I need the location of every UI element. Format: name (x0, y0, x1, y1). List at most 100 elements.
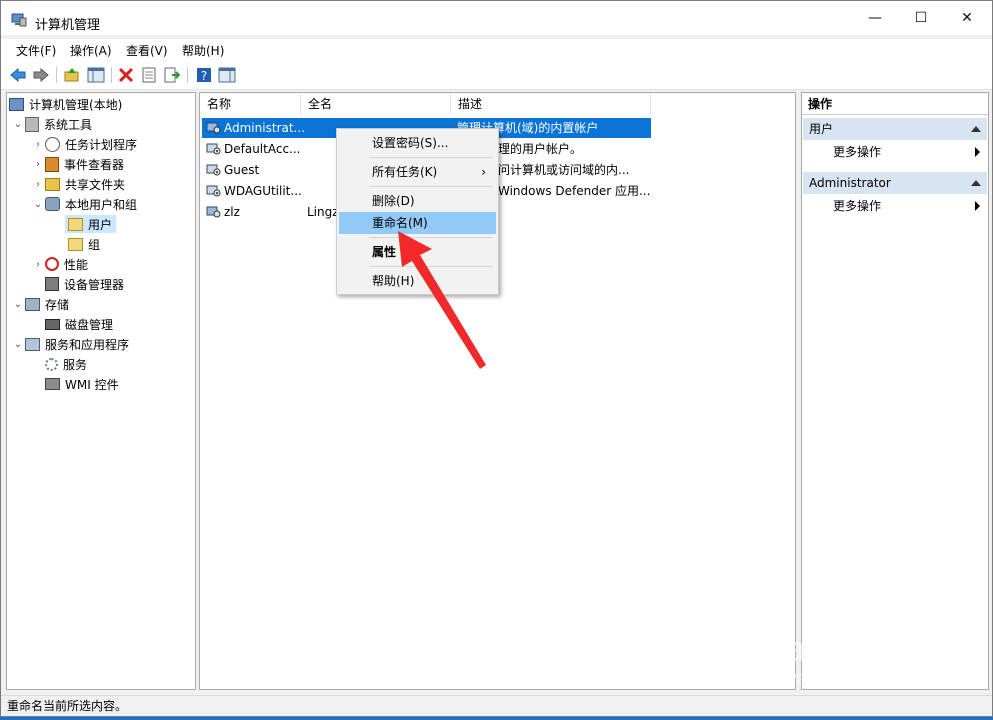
actions-header: 操作 (802, 93, 988, 115)
tree-item-services-apps[interactable]: ⌄ 服务和应用程序 (11, 335, 129, 353)
disk-icon (45, 318, 60, 330)
user-disabled-icon (206, 143, 221, 155)
help-icon: ? (197, 68, 211, 83)
computer-management-window: 计算机管理 — ☐ ✕ 文件(F) 操作(A) 查看(V) 帮助(H) ? 计算… (0, 0, 993, 717)
help-button[interactable]: ? (195, 66, 213, 84)
column-header-name[interactable]: 名称 (200, 93, 301, 115)
menu-item-set-password[interactable]: 设置密码(S)... (339, 132, 496, 154)
watermark-logo: Bai du 经验 (760, 628, 953, 669)
export-icon (164, 67, 180, 83)
show-hide-tree-button[interactable] (87, 66, 105, 84)
red-annotation-arrow-icon (398, 231, 486, 369)
toolbar: ? (1, 61, 992, 90)
storage-icon (25, 297, 40, 311)
tree-item-disk-management[interactable]: 磁盘管理 (45, 315, 113, 333)
tree-item-computer-management[interactable]: 计算机管理(本地) (9, 95, 122, 113)
tree-item-users[interactable]: 用户 (65, 215, 117, 233)
menu-file[interactable]: 文件(F) (16, 42, 56, 59)
submenu-arrow-icon (975, 147, 980, 157)
back-arrow-icon (10, 68, 26, 82)
close-button[interactable]: ✕ (944, 1, 990, 35)
minimize-icon: — (868, 10, 882, 26)
computer-management-icon (11, 13, 27, 27)
forward-arrow-icon (33, 68, 49, 82)
export-list-button[interactable] (163, 66, 181, 84)
folder-up-icon (64, 68, 79, 82)
actions-section-administrator[interactable]: Administrator (803, 172, 987, 194)
console-tree-icon (87, 67, 105, 83)
tree-item-groups[interactable]: 组 (65, 235, 100, 253)
actions-section-users[interactable]: 用户 (803, 118, 987, 140)
menu-view[interactable]: 查看(V) (126, 42, 168, 59)
user-icon (206, 122, 221, 134)
up-one-level-button[interactable] (63, 66, 81, 84)
users-group-icon (45, 197, 60, 211)
shared-folder-icon (45, 177, 60, 191)
tree-item-task-scheduler[interactable]: › 任务计划程序 (31, 135, 137, 153)
user-icon (206, 206, 221, 218)
expand-open-icon[interactable]: ⌄ (31, 199, 45, 210)
expand-open-icon[interactable]: ⌄ (11, 299, 25, 310)
tree-item-device-manager[interactable]: 设备管理器 (45, 275, 124, 293)
menu-action[interactable]: 操作(A) (70, 42, 112, 59)
performance-icon (45, 257, 59, 271)
administrator-more-actions[interactable]: 更多操作 (802, 195, 988, 217)
action-pane-icon (218, 67, 236, 83)
expand-closed-icon[interactable]: › (31, 159, 45, 170)
tree-item-services[interactable]: 服务 (45, 355, 87, 373)
tree-item-system-tools[interactable]: ⌄ 系统工具 (11, 115, 92, 133)
svg-text:?: ? (201, 69, 207, 83)
properties-button[interactable] (140, 66, 158, 84)
close-icon: ✕ (961, 10, 973, 26)
watermark-url: jingyan.baidu.com (760, 668, 906, 688)
event-viewer-icon (45, 156, 59, 172)
folder-icon (68, 217, 83, 231)
maximize-icon: ☐ (914, 10, 928, 26)
tree-item-event-viewer[interactable]: › 事件查看器 (31, 155, 124, 173)
collapse-icon[interactable] (971, 126, 981, 132)
menu-item-all-tasks[interactable]: 所有任务(K) › (339, 161, 496, 183)
console-tree: 计算机管理(本地) ⌄ 系统工具 › 任务计划程序 › 事件查看器 › 共享文件… (6, 92, 196, 690)
tree-item-performance[interactable]: › 性能 (31, 255, 88, 273)
tree-item-shared-folders[interactable]: › 共享文件夹 (31, 175, 125, 193)
clock-icon (45, 136, 60, 152)
expand-open-icon[interactable]: ⌄ (11, 119, 25, 130)
forward-button[interactable] (32, 66, 50, 84)
submenu-arrow-icon (975, 201, 980, 211)
wmi-icon (45, 378, 60, 390)
window-title: 计算机管理 (35, 18, 101, 33)
column-header-description[interactable]: 描述 (451, 93, 651, 115)
tree-item-local-users-groups[interactable]: ⌄ 本地用户和组 (31, 195, 137, 213)
user-disabled-icon (206, 185, 221, 197)
tree-item-wmi-control[interactable]: WMI 控件 (45, 375, 119, 393)
title-bar: 计算机管理 — ☐ ✕ (1, 1, 992, 35)
expand-closed-icon[interactable]: › (31, 259, 45, 270)
expand-open-icon[interactable]: ⌄ (11, 339, 25, 350)
gear-icon (45, 357, 58, 371)
properties-icon (142, 67, 156, 83)
menu-item-delete[interactable]: 删除(D) (339, 190, 496, 212)
menu-bar: 文件(F) 操作(A) 查看(V) 帮助(H) (1, 39, 992, 61)
folder-icon (68, 237, 83, 251)
computer-management-icon (9, 97, 24, 111)
minimize-button[interactable]: — (852, 1, 898, 35)
action-pane: 操作 用户 更多操作 Administrator 更多操作 (801, 92, 989, 690)
back-button[interactable] (9, 66, 27, 84)
expand-closed-icon[interactable]: › (31, 139, 45, 150)
services-apps-icon (25, 337, 40, 351)
expand-closed-icon[interactable]: › (31, 179, 45, 190)
tree-item-storage[interactable]: ⌄ 存储 (11, 295, 69, 313)
show-action-pane-button[interactable] (218, 66, 236, 84)
menu-help[interactable]: 帮助(H) (182, 42, 224, 59)
column-header-full-name[interactable]: 全名 (301, 93, 451, 115)
baidu-watermark: Bai du 经验 jingyan.baidu.com (760, 612, 960, 702)
tools-icon (25, 116, 39, 132)
delete-button[interactable] (117, 66, 135, 84)
maximize-button[interactable]: ☐ (898, 1, 944, 35)
delete-x-icon (118, 67, 134, 83)
device-manager-icon (45, 277, 59, 291)
users-more-actions[interactable]: 更多操作 (802, 141, 988, 163)
collapse-icon[interactable] (971, 180, 981, 186)
submenu-arrow-icon: › (481, 165, 486, 179)
user-disabled-icon (206, 164, 221, 176)
